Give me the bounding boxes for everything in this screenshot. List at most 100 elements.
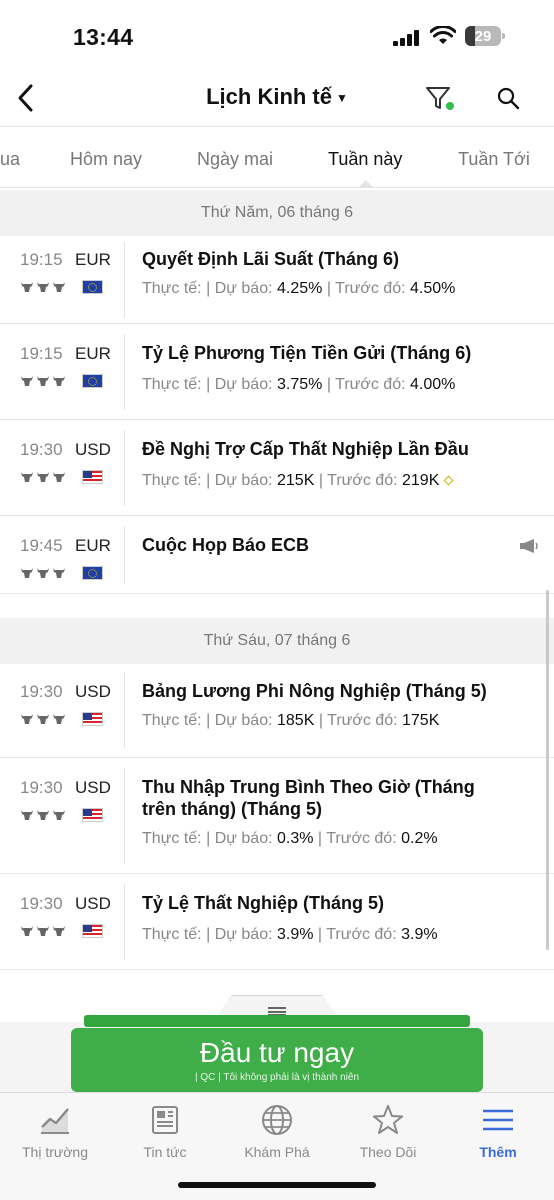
caret-down-icon: ▼ [336, 91, 348, 106]
tab-this-week[interactable]: Tuần này [328, 149, 402, 170]
news-icon [152, 1106, 178, 1134]
event-values: Thực tế: | Dự báo: 185K | Trước đó: 175K [142, 712, 440, 729]
tab-tomorrow[interactable]: Ngày mai [197, 149, 273, 170]
divider [124, 334, 125, 410]
event-row[interactable]: 19:30 USD Bảng Lương Phi Nông Nghiệp (Th… [0, 664, 554, 758]
wifi-icon [430, 26, 456, 44]
event-currency: EUR [75, 536, 111, 555]
chart-icon [41, 1108, 69, 1134]
event-currency: USD [75, 778, 111, 797]
event-currency: USD [75, 894, 111, 913]
ad-title: Đầu tư ngay [199, 1037, 355, 1068]
previous-value: 0.2% [401, 830, 438, 847]
event-row[interactable]: 19:30 USD Thu Nhập Trung Bình Theo Giờ (… [0, 758, 554, 874]
nav-explore[interactable]: Khám Phá [222, 1103, 332, 1160]
ad-subtitle: | QC | Tôi không phải là vị thành niên [195, 1072, 359, 1083]
megaphone-icon [520, 539, 538, 553]
section-gap [0, 594, 554, 620]
nav-watchlist[interactable]: Theo Dõi [333, 1103, 443, 1160]
event-values: Thực tế: | Dự báo: 3.75% | Trước đó: 4.0… [142, 376, 456, 393]
importance-bulls-icon [20, 566, 66, 580]
tab-today[interactable]: Hôm nay [70, 149, 142, 170]
nav-more[interactable]: Thêm [443, 1103, 553, 1160]
date-header: Thứ Năm, 06 tháng 6 [0, 190, 554, 236]
importance-bulls-icon [20, 470, 66, 484]
forecast-value: 4.25% [277, 280, 323, 297]
importance-bulls-icon [20, 280, 66, 294]
event-time: 19:15 [20, 344, 63, 363]
star-icon [373, 1105, 403, 1134]
page-title-text: Lịch Kinh tế [206, 84, 332, 109]
forecast-value: 215K [277, 472, 315, 489]
event-row[interactable]: 19:15 EUR Tỷ Lệ Phương Tiện Tiền Gửi (Th… [0, 324, 554, 420]
divider [124, 768, 125, 864]
event-time: 19:30 [20, 894, 63, 913]
nav-markets[interactable]: Thị trường [0, 1103, 110, 1160]
event-currency: EUR [75, 344, 111, 363]
date-tabs: ua Hôm nay Ngày mai Tuần này Tuần Tới [0, 126, 554, 188]
event-values: Thực tế: | Dự báo: 3.9% | Trước đó: 3.9% [142, 926, 438, 943]
divider [124, 430, 125, 506]
event-time: 19:30 [20, 778, 63, 797]
divider [124, 672, 125, 748]
tab-next-week[interactable]: Tuần Tới [458, 149, 530, 170]
ad-back-strip [84, 1015, 470, 1027]
event-values: Thực tế: | Dự báo: 4.25% | Trước đó: 4.5… [142, 280, 456, 297]
tab-prev-partial[interactable]: ua [0, 149, 20, 170]
forecast-value: 0.3% [277, 830, 314, 847]
status-time: 13:44 [73, 24, 134, 50]
divider [124, 526, 125, 584]
filter-active-dot [446, 102, 454, 110]
event-time: 19:15 [20, 250, 63, 269]
event-row[interactable]: 19:15 EUR Quyết Định Lãi Suất (Tháng 6) … [0, 236, 554, 324]
event-currency: USD [75, 682, 111, 701]
event-title: Bảng Lương Phi Nông Nghiệp (Tháng 5) [142, 681, 487, 701]
divider [124, 242, 125, 318]
event-currency: EUR [75, 250, 111, 269]
us-flag-icon [82, 712, 103, 726]
us-flag-icon [82, 924, 103, 938]
event-title: Đề Nghị Trợ Cấp Thất Nghiệp Lần Đầu [142, 439, 469, 459]
eu-flag-icon [82, 280, 103, 294]
home-indicator [178, 1182, 376, 1188]
page-title[interactable]: Lịch Kinh tế ▼ [0, 84, 554, 110]
event-row[interactable]: 19:30 USD Đề Nghị Trợ Cấp Thất Nghiệp Lầ… [0, 420, 554, 516]
eu-flag-icon [82, 374, 103, 388]
forecast-value: 3.9% [277, 926, 314, 943]
event-time: 19:45 [20, 536, 63, 555]
scrollbar[interactable] [546, 590, 549, 950]
date-header: Thứ Sáu, 07 tháng 6 [0, 618, 554, 664]
us-flag-icon [82, 470, 103, 484]
us-flag-icon [82, 808, 103, 822]
nav-label: Thêm [479, 1144, 517, 1160]
divider [124, 884, 125, 960]
forecast-value: 185K [277, 712, 315, 729]
importance-bulls-icon [20, 924, 66, 938]
importance-bulls-icon [20, 808, 66, 822]
event-row[interactable]: 19:30 USD Tỷ Lệ Thất Nghiệp (Tháng 5) Th… [0, 874, 554, 970]
nav-label: Theo Dõi [359, 1144, 417, 1160]
cellular-signal-icon [393, 30, 419, 46]
importance-bulls-icon [20, 374, 66, 388]
nav-label: Khám Phá [244, 1144, 310, 1160]
active-tab-indicator [358, 180, 374, 188]
nav-news[interactable]: Tin tức [110, 1103, 220, 1160]
status-bar: 13:44 29 [0, 0, 554, 70]
importance-bulls-icon [20, 712, 66, 726]
event-currency: USD [75, 440, 111, 459]
invest-now-ad-button[interactable]: Đầu tư ngay | QC | Tôi không phải là vị … [71, 1028, 483, 1092]
previous-value: 175K [402, 712, 440, 729]
event-title: Quyết Định Lãi Suất (Tháng 6) [142, 249, 400, 269]
event-title: Cuộc Họp Báo ECB [142, 535, 310, 555]
eu-flag-icon [82, 566, 103, 580]
previous-value: 3.9% [401, 926, 438, 943]
event-title: Tỷ Lệ Thất Nghiệp (Tháng 5) [142, 893, 384, 913]
event-time: 19:30 [20, 440, 63, 459]
globe-icon [262, 1105, 292, 1135]
search-icon[interactable] [496, 86, 520, 110]
event-title-line: trên tháng) (Tháng 5) [142, 799, 322, 819]
event-row[interactable]: 19:45 EUR Cuộc Họp Báo ECB [0, 516, 554, 594]
event-values: Thực tế: | Dự báo: 0.3% | Trước đó: 0.2% [142, 830, 438, 847]
nav-label: Thị trường [21, 1144, 88, 1160]
app-header: Lịch Kinh tế ▼ [0, 70, 554, 126]
